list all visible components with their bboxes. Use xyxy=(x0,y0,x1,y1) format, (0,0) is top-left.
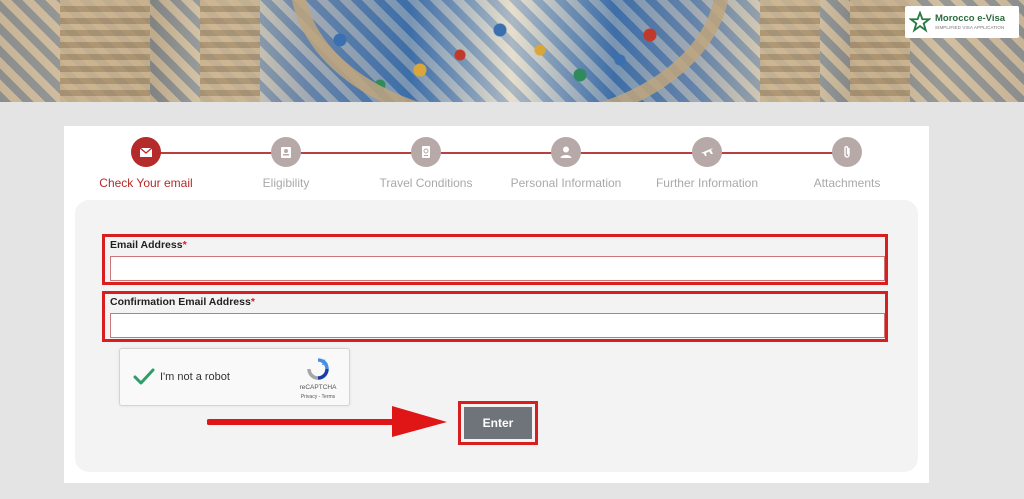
header-banner: Morocco e-Visa SIMPLIFIED VISA APPLICATI… xyxy=(0,0,1024,102)
site-logo[interactable]: Morocco e-Visa SIMPLIFIED VISA APPLICATI… xyxy=(905,6,1019,38)
enter-button[interactable]: Enter xyxy=(464,407,532,439)
captcha-brand: reCAPTCHA xyxy=(299,384,337,391)
enter-button-highlight: Enter xyxy=(458,401,538,445)
step-label: Travel Conditions xyxy=(379,176,473,190)
email-input[interactable] xyxy=(110,256,885,281)
captcha-terms-link[interactable]: Privacy - Terms xyxy=(288,394,348,400)
logo-subtitle: SIMPLIFIED VISA APPLICATION xyxy=(935,24,1005,30)
step-attachments[interactable]: Attachments xyxy=(777,137,917,190)
green-star-icon xyxy=(909,11,931,33)
step-label: Further Information xyxy=(655,176,759,190)
step-label: Personal Information xyxy=(510,176,622,190)
step-personal-information[interactable]: Personal Information xyxy=(496,137,636,190)
id-card-icon xyxy=(271,137,301,167)
checkmark-icon[interactable] xyxy=(132,365,156,389)
email-field-highlight: Email Address* xyxy=(102,234,888,285)
passport-icon xyxy=(411,137,441,167)
person-icon xyxy=(551,137,581,167)
carved-pillar xyxy=(200,0,260,102)
plane-icon xyxy=(692,137,722,167)
logo-title: Morocco e-Visa xyxy=(935,13,1006,24)
recaptcha-widget: I'm not a robot reCAPTCHA Privacy - Term… xyxy=(119,348,350,406)
pointer-arrow-icon xyxy=(207,406,447,437)
step-label: Attachments xyxy=(813,176,881,190)
step-check-email[interactable]: Check Your email xyxy=(76,137,216,190)
recaptcha-logo-icon xyxy=(307,358,329,380)
step-label: Eligibility xyxy=(262,176,310,190)
carved-pillar xyxy=(850,0,910,102)
step-travel-conditions[interactable]: Travel Conditions xyxy=(356,137,496,190)
email-label: Email Address* xyxy=(110,239,187,251)
step-eligibility[interactable]: Eligibility xyxy=(216,137,356,190)
confirm-email-field-highlight: Confirmation Email Address* xyxy=(102,291,888,342)
step-further-information[interactable]: Further Information xyxy=(637,137,777,190)
email-form: Email Address* Confirmation Email Addres… xyxy=(75,200,918,472)
carved-pillar xyxy=(760,0,820,102)
progress-steps: Check Your email Eligibility Travel Cond… xyxy=(64,126,929,196)
paperclip-icon xyxy=(832,137,862,167)
step-label: Check Your email xyxy=(99,176,193,190)
application-card: Check Your email Eligibility Travel Cond… xyxy=(64,126,929,483)
carved-pillar xyxy=(60,0,150,102)
captcha-label: I'm not a robot xyxy=(160,371,230,383)
envelope-icon xyxy=(131,137,161,167)
confirm-email-label: Confirmation Email Address* xyxy=(110,296,255,308)
confirm-email-input[interactable] xyxy=(110,313,885,338)
mosaic-arch xyxy=(290,0,730,102)
